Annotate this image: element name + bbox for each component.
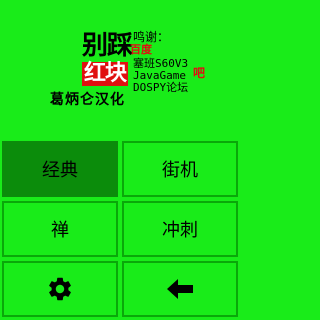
credit-suffix: 吧 <box>193 66 206 80</box>
mode-zen-button[interactable]: 禅 <box>2 201 118 257</box>
mode-rush-label: 冲刺 <box>162 220 198 241</box>
arrow-left-icon <box>167 279 193 299</box>
baidu-credit: 百度 <box>130 43 152 56</box>
mode-rush-button[interactable]: 冲刺 <box>122 201 238 257</box>
mode-classic-button[interactable]: 经典 <box>2 141 118 197</box>
title-area: 别踩 鸣谢： 百度 红块 塞班S60V3 JavaGame DOSPY论坛 吧 … <box>0 0 240 140</box>
gear-icon <box>49 277 71 301</box>
game-title-line1: 别踩 <box>82 31 133 61</box>
mode-arcade-button[interactable]: 街机 <box>122 141 238 197</box>
mode-zen-label: 禅 <box>51 220 69 241</box>
back-button[interactable] <box>122 261 238 317</box>
game-title-line2: 红块 <box>82 61 129 86</box>
thanks-label: 鸣谢： <box>133 30 170 44</box>
settings-button[interactable] <box>2 261 118 317</box>
translator-credit: 葛炳仑汉化 <box>50 92 125 108</box>
mode-classic-label: 经典 <box>42 160 78 181</box>
mode-arcade-label: 街机 <box>162 160 198 181</box>
credit-line: DOSPY论坛 <box>133 81 189 94</box>
